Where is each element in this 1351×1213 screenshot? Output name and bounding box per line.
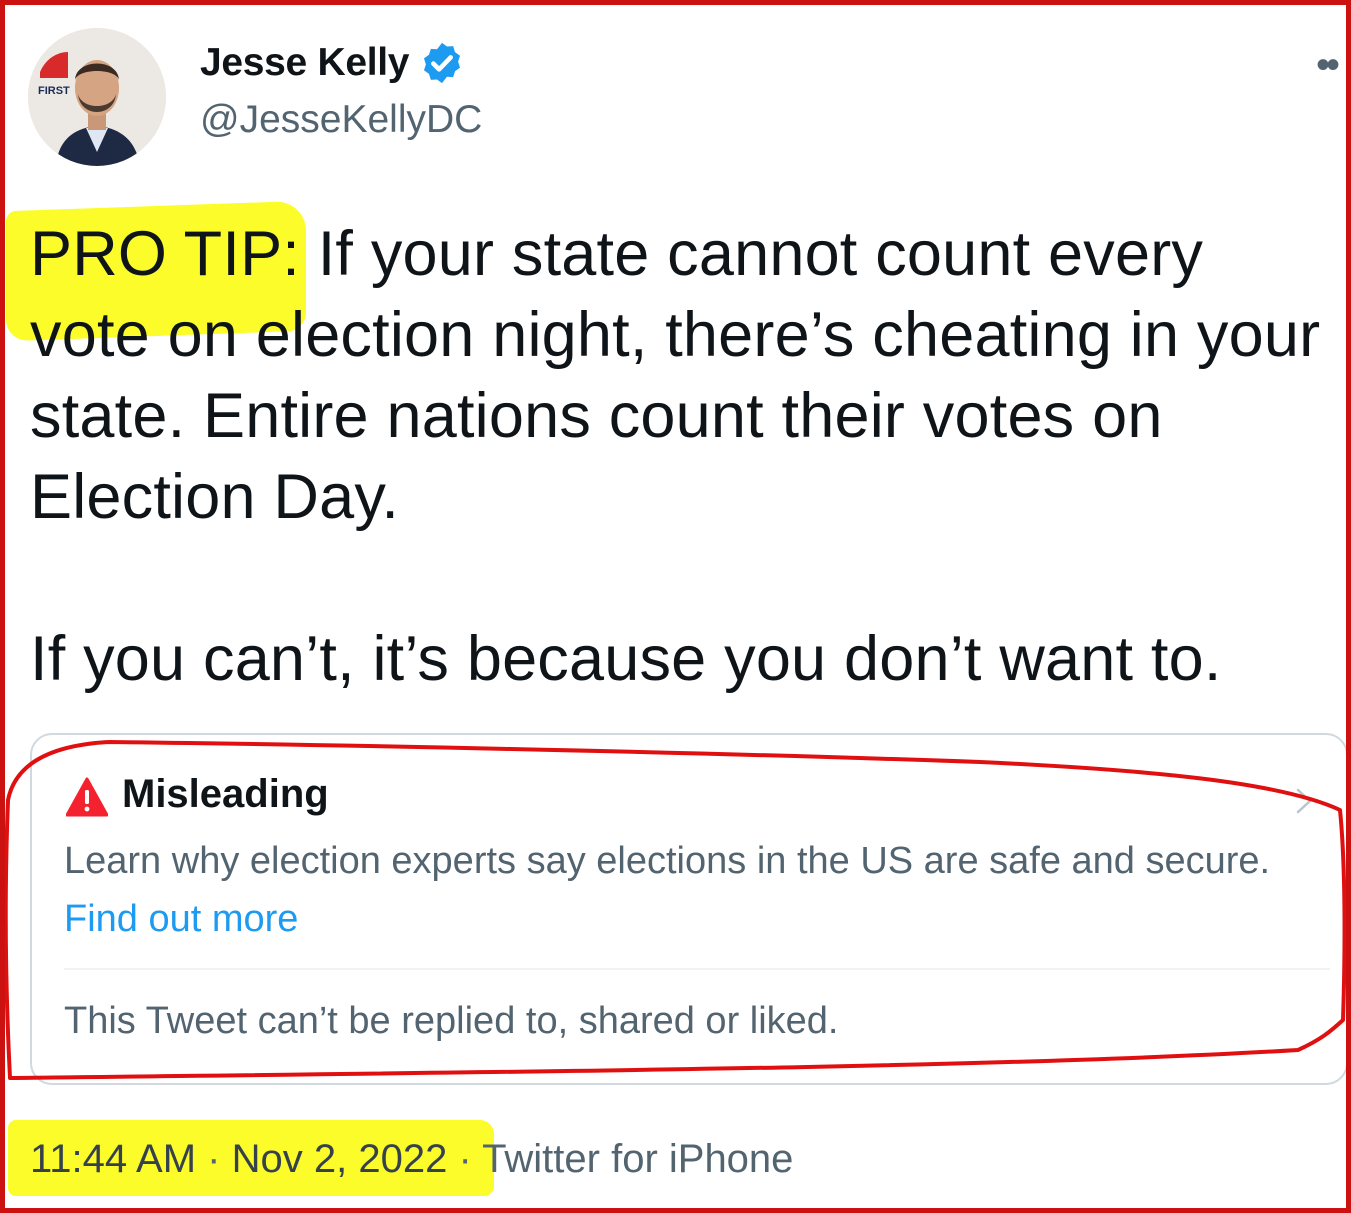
pro-tip-label: PRO TIP:	[30, 219, 300, 289]
tweet-paragraph-2: If you can’t, it’s because you don’t wan…	[30, 624, 1222, 694]
display-name-text: Jesse Kelly	[200, 41, 410, 84]
meta-separator-2: ·	[458, 1137, 472, 1181]
notice-divider	[64, 968, 1330, 970]
author-handle[interactable]: @JesseKellyDC	[200, 98, 482, 142]
restriction-text: This Tweet can’t be replied to, shared o…	[64, 1000, 839, 1042]
tweet-text: PRO TIP: If your state cannot count ever…	[30, 214, 1330, 700]
chevron-right-icon[interactable]	[1292, 786, 1316, 816]
notice-title: Misleading	[122, 772, 329, 816]
tweet-metadata: 11:44 AM · Nov 2, 2022 · Twitter for iPh…	[30, 1137, 793, 1182]
author-display-name[interactable]: Jesse Kelly	[200, 40, 465, 86]
tweet-time[interactable]: 11:44 AM	[30, 1137, 196, 1181]
tweet-date[interactable]: Nov 2, 2022	[232, 1137, 448, 1181]
notice-body-text: Learn why election experts say elections…	[64, 840, 1271, 882]
find-out-more-link[interactable]: Find out more	[64, 898, 298, 940]
notice-body: Learn why election experts say elections…	[64, 832, 1304, 948]
avatar-image: FIRST	[28, 28, 166, 166]
meta-separator-1: ·	[207, 1137, 221, 1181]
verified-badge-icon	[424, 42, 461, 84]
tweet-source: Twitter for iPhone	[482, 1137, 794, 1181]
avatar-badge-text: FIRST	[38, 85, 70, 97]
avatar[interactable]: FIRST	[28, 28, 166, 166]
tweet-paragraph-1: PRO TIP: If your state cannot count ever…	[30, 214, 1330, 538]
warning-icon	[66, 777, 108, 817]
more-options-icon[interactable]: ••	[1316, 45, 1351, 85]
